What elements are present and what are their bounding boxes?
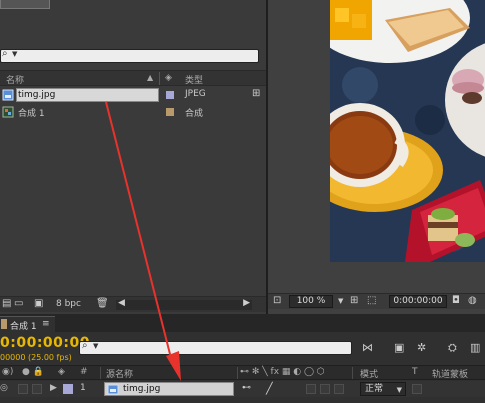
column-divider (100, 367, 101, 379)
zoom-dropdown-arrow-icon[interactable]: ▼ (338, 297, 343, 305)
viewer-timecode[interactable]: 0:00:00:00 (389, 295, 447, 308)
preserve-transparency-switch[interactable] (412, 384, 422, 394)
column-divider (159, 72, 160, 85)
grid-icon[interactable]: ⊞ (350, 295, 358, 306)
timeline-current-time[interactable]: 0:00:00:00 (0, 335, 90, 351)
blend-mode-value: 正常 (365, 384, 384, 394)
camera-snapshot-icon[interactable]: ◘ (452, 295, 460, 306)
column-type-header[interactable]: 类型 (185, 73, 203, 86)
timeline-search-input[interactable]: ⌕ ▼ (79, 340, 352, 355)
interpret-footage-icon[interactable]: ▤ (2, 298, 11, 309)
project-horizontal-scrollbar[interactable]: ◀ ▶ (116, 298, 252, 310)
column-mode-header: 模式 (360, 370, 379, 380)
timeline-frame-rate: 00000 (25.00 fps) (0, 353, 72, 362)
project-search-input[interactable]: ⌕ ▼ (0, 48, 259, 63)
zoom-dropdown[interactable]: 100 % (289, 295, 333, 308)
layer-index: 1 (80, 383, 86, 393)
label-tag-icon: ◈ (58, 367, 65, 377)
project-column-header: 名称 ▲ ◈ 类型 (0, 70, 266, 86)
column-index-header: # (80, 367, 88, 377)
zoom-value: 100 % (296, 296, 326, 306)
lock-switch[interactable] (32, 384, 42, 394)
av-features-icon: ◉) (2, 367, 14, 377)
draft-3d-icon[interactable]: ✲ (417, 341, 426, 354)
expand-triangle-icon[interactable]: ▶ (50, 383, 57, 393)
new-folder-icon[interactable]: ▭ (14, 298, 23, 309)
mini-flowchart-icon[interactable]: ⋈ (362, 341, 373, 354)
shy-layers-icon[interactable]: ⛭ (448, 341, 457, 355)
project-footer-toolbar: ▤ ▭ ▣ 8 bpc 🗑 ◀ ▶ (0, 296, 266, 312)
column-t-header: T (412, 367, 418, 377)
motion-blur-switch[interactable] (306, 384, 316, 394)
solo-switch[interactable] (18, 384, 28, 394)
label-tag-icon[interactable]: ◈ (165, 73, 172, 83)
bit-depth-button[interactable]: 8 bpc (56, 299, 81, 309)
magnifier-icon: ⌕ (2, 48, 8, 59)
tab-label: 合成 1 (10, 322, 37, 332)
layer-name: timg.jpg (123, 384, 161, 394)
tab-label-swatch (1, 319, 7, 329)
always-preview-icon[interactable]: ⊡ (273, 295, 281, 306)
composition-icon (2, 106, 14, 118)
layer-name-field[interactable]: timg.jpg (104, 382, 234, 396)
project-item-name: 合成 1 (18, 109, 45, 119)
label-swatch[interactable] (166, 91, 174, 99)
scroll-right-icon[interactable]: ▶ (243, 298, 250, 308)
show-snapshot-icon[interactable]: ◍ (468, 295, 477, 306)
label-swatch[interactable] (166, 108, 174, 116)
timeline-panel: 合成 1 ≡ 0:00:00:00 00000 (25.00 fps) ⌕ ▼ … (0, 314, 485, 403)
frame-blending-icon[interactable]: ▥ (470, 341, 480, 354)
blend-mode-dropdown[interactable]: 正常 ▼ (360, 382, 406, 396)
column-source-name-header[interactable]: 源名称 (106, 367, 133, 380)
layer-switches-header-icons: ⊷ ✻ ╲ fx ▦ ◐ ◯ ⬡ (240, 367, 325, 377)
column-divider (237, 367, 238, 379)
eye-visibility-icon[interactable]: ◎ (0, 383, 8, 393)
tab-composition-1[interactable]: 合成 1 ≡ (0, 316, 55, 332)
3d-layer-switch[interactable] (334, 384, 344, 394)
search-dropdown-icon[interactable]: ▼ (12, 50, 17, 58)
image-file-icon (2, 89, 14, 101)
column-divider (352, 367, 353, 379)
project-item-comp-1[interactable]: 合成 1 合成 (0, 104, 250, 120)
project-item-name[interactable]: timg.jpg (16, 88, 159, 102)
solo-lock-icon: ● 🔒 (22, 367, 44, 377)
magnifier-icon: ⌕ (82, 340, 88, 351)
timeline-tab-bar: 合成 1 ≡ (0, 314, 485, 332)
quality-switch-icon[interactable]: ╱ (266, 382, 273, 395)
composition-viewer-panel: ⊡ 100 % ▼ ⊞ ⬚ 0:00:00:00 ◘ ◍ (268, 0, 485, 314)
timeline-layer-row[interactable]: ◎ ▶ 1 timg.jpg ⊷ ╱ 正常 ▼ (0, 381, 485, 397)
panel-menu-icon[interactable]: ≡ (42, 319, 50, 329)
column-name-header[interactable]: 名称 (6, 73, 24, 86)
scroll-left-icon[interactable]: ◀ (118, 298, 125, 308)
mask-visibility-icon[interactable]: ⬚ (367, 295, 376, 306)
layer-label-swatch[interactable] (63, 384, 73, 394)
adjustment-layer-switch[interactable] (320, 384, 330, 394)
search-dropdown-icon[interactable]: ▼ (93, 342, 98, 350)
timeline-column-header: ◉) ● 🔒 ◈ # 源名称 ⊷ ✻ ╲ fx ▦ ◐ ◯ ⬡ 模式 T 轨道蒙… (0, 365, 485, 380)
image-file-icon (107, 384, 119, 395)
sort-arrow-icon[interactable]: ▲ (147, 73, 153, 82)
trash-icon[interactable]: 🗑 (96, 298, 109, 309)
project-panel: ⌕ ▼ 名称 ▲ ◈ 类型 timg.jpg JPEG 合成 1 合成 ⊞ ▤ … (0, 0, 266, 314)
column-trkmat-header: 轨道蒙板 (432, 370, 469, 380)
flowchart-icon[interactable]: ⊞ (252, 88, 260, 99)
viewer-footer-toolbar: ⊡ 100 % ▼ ⊞ ⬚ 0:00:00:00 ◘ ◍ (268, 293, 485, 309)
new-composition-icon[interactable]: ▣ (34, 298, 43, 309)
comp-settings-icon[interactable]: ▣ (394, 341, 404, 354)
project-item-type: 合成 (185, 109, 204, 119)
viewer-image[interactable] (330, 0, 485, 262)
project-item-type: JPEG (185, 89, 206, 99)
shy-switch-icon[interactable]: ⊷ (242, 383, 251, 393)
project-thumbnail-area (0, 0, 50, 9)
chevron-down-icon: ▼ (396, 386, 402, 394)
viewer-timecode-value: 0:00:00:00 (393, 296, 443, 306)
project-item-timg[interactable]: timg.jpg JPEG (0, 87, 250, 103)
